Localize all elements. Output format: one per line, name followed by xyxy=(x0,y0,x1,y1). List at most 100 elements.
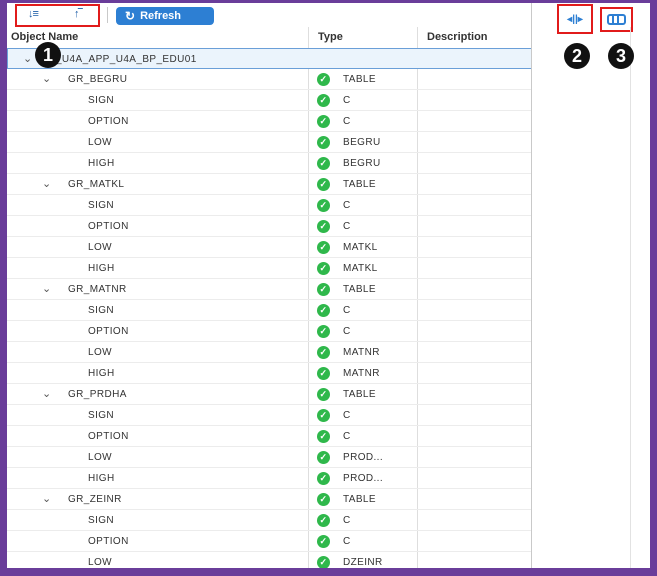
tree-row[interactable]: ⌄ GR_MATNR ✓ TABLE xyxy=(7,279,532,300)
column-header-object-name[interactable]: Object Name xyxy=(11,31,78,43)
column-header-type[interactable]: Type xyxy=(318,31,343,43)
check-circle-icon: ✓ xyxy=(317,535,330,548)
object-browser-panel: ↓≡ ↑‾ ↻ Refresh ◂||▸ 1 2 3 Object Name T… xyxy=(7,3,650,568)
tree-row[interactable]: SIGN ✓ C xyxy=(7,300,532,321)
object-type: MATNR xyxy=(343,368,380,379)
tree-row[interactable]: SIGN ✓ C xyxy=(7,510,532,531)
tree-row[interactable]: OPTION ✓ C xyxy=(7,321,532,342)
object-type: C xyxy=(343,95,351,106)
callout-badge-1: 1 xyxy=(35,42,61,68)
check-circle-icon: ✓ xyxy=(317,514,330,527)
object-type: TABLE xyxy=(343,179,376,190)
object-name: HIGH xyxy=(88,158,115,169)
tree-row[interactable]: SIGN ✓ C xyxy=(7,405,532,426)
column-split-icon: ◂||▸ xyxy=(567,13,583,25)
tree-row[interactable]: ⌄ GR_MATKL ✓ TABLE xyxy=(7,174,532,195)
tree-row[interactable]: ⌄ L_U4A_APP_U4A_BP_EDU01 xyxy=(7,48,532,69)
tree-row[interactable]: HIGH ✓ PROD... xyxy=(7,468,532,489)
object-name: OPTION xyxy=(88,116,129,127)
chevron-down-icon[interactable]: ⌄ xyxy=(42,282,52,295)
object-name: HIGH xyxy=(88,263,115,274)
tree-row[interactable]: HIGH ✓ MATNR xyxy=(7,363,532,384)
columns-icon xyxy=(607,14,626,25)
object-name: LOW xyxy=(88,347,112,358)
check-circle-icon: ✓ xyxy=(317,241,330,254)
chevron-down-icon[interactable]: ⌄ xyxy=(42,177,52,190)
object-type: TABLE xyxy=(343,389,376,400)
object-type: MATKL xyxy=(343,242,378,253)
check-circle-icon: ✓ xyxy=(317,451,330,464)
check-circle-icon: ✓ xyxy=(317,157,330,170)
object-name: SIGN xyxy=(88,515,115,526)
sort-ascending-icon[interactable]: ↓≡ xyxy=(28,8,39,20)
tree-row[interactable]: HIGH ✓ MATKL xyxy=(7,258,532,279)
tree-row[interactable]: LOW ✓ MATNR xyxy=(7,342,532,363)
tree-row[interactable]: SIGN ✓ C xyxy=(7,90,532,111)
tree-row[interactable]: SIGN ✓ C xyxy=(7,195,532,216)
object-type: TABLE xyxy=(343,74,376,85)
tree-row[interactable]: LOW ✓ BEGRU xyxy=(7,132,532,153)
tree-row[interactable]: OPTION ✓ C xyxy=(7,531,532,552)
object-name: GR_BEGRU xyxy=(68,74,128,85)
object-type: C xyxy=(343,326,351,337)
callout-badge-2: 2 xyxy=(564,43,590,69)
object-type: C xyxy=(343,305,351,316)
object-type: C xyxy=(343,410,351,421)
refresh-button[interactable]: ↻ Refresh xyxy=(116,7,214,25)
tree-row[interactable]: HIGH ✓ BEGRU xyxy=(7,153,532,174)
table-header: Object Name Type Description xyxy=(7,27,532,49)
tree-row[interactable]: OPTION ✓ C xyxy=(7,426,532,447)
tree-row[interactable]: LOW ✓ DZEINR xyxy=(7,552,532,568)
chevron-down-icon[interactable]: ⌄ xyxy=(23,52,33,65)
check-circle-icon: ✓ xyxy=(317,472,330,485)
object-tree-table: Object Name Type Description ⌄ L_U4A_APP_… xyxy=(7,27,532,568)
object-name: OPTION xyxy=(88,431,129,442)
object-type: PROD... xyxy=(343,452,384,463)
object-type: C xyxy=(343,515,351,526)
check-circle-icon: ✓ xyxy=(317,556,330,568)
object-name: OPTION xyxy=(88,221,129,232)
tree-row[interactable]: LOW ✓ MATKL xyxy=(7,237,532,258)
column-header-description[interactable]: Description xyxy=(427,31,488,43)
check-circle-icon: ✓ xyxy=(317,325,330,338)
check-circle-icon: ✓ xyxy=(317,220,330,233)
object-name: HIGH xyxy=(88,473,115,484)
object-name: OPTION xyxy=(88,326,129,337)
toolbar-separator xyxy=(107,7,108,23)
chevron-down-icon[interactable]: ⌄ xyxy=(42,72,52,85)
tree-row[interactable]: ⌄ GR_BEGRU ✓ TABLE xyxy=(7,69,532,90)
object-type: C xyxy=(343,536,351,547)
column-settings-button[interactable] xyxy=(600,7,633,32)
check-circle-icon: ✓ xyxy=(317,346,330,359)
sort-descending-icon[interactable]: ↑‾ xyxy=(74,8,82,20)
tree-row[interactable]: ⌄ GR_PRDHA ✓ TABLE xyxy=(7,384,532,405)
sort-buttons-group: ↓≡ ↑‾ xyxy=(15,4,100,27)
chevron-down-icon[interactable]: ⌄ xyxy=(42,387,52,400)
object-type: TABLE xyxy=(343,284,376,295)
tree-row[interactable]: ⌄ GR_ZEINR ✓ TABLE xyxy=(7,489,532,510)
refresh-icon: ↻ xyxy=(125,9,136,23)
object-name: LOW xyxy=(88,242,112,253)
object-name: SIGN xyxy=(88,305,115,316)
tree-row[interactable]: OPTION ✓ C xyxy=(7,216,532,237)
check-circle-icon: ✓ xyxy=(317,199,330,212)
object-name: SIGN xyxy=(88,200,115,211)
object-name: SIGN xyxy=(88,410,115,421)
object-name: GR_MATNR xyxy=(68,284,127,295)
object-type: C xyxy=(343,200,351,211)
object-type: TABLE xyxy=(343,494,376,505)
object-type: BEGRU xyxy=(343,137,381,148)
object-name: LOW xyxy=(88,452,112,463)
tree-row[interactable]: LOW ✓ PROD... xyxy=(7,447,532,468)
object-name: GR_MATKL xyxy=(68,179,125,190)
tree-row[interactable]: OPTION ✓ C xyxy=(7,111,532,132)
object-type: MATNR xyxy=(343,347,380,358)
chevron-down-icon[interactable]: ⌄ xyxy=(42,492,52,505)
check-circle-icon: ✓ xyxy=(317,388,330,401)
check-circle-icon: ✓ xyxy=(317,493,330,506)
object-type: C xyxy=(343,221,351,232)
toolbar: ↓≡ ↑‾ ↻ Refresh ◂||▸ xyxy=(7,3,650,34)
check-circle-icon: ✓ xyxy=(317,304,330,317)
object-type: C xyxy=(343,116,351,127)
column-split-button[interactable]: ◂||▸ xyxy=(557,4,593,34)
